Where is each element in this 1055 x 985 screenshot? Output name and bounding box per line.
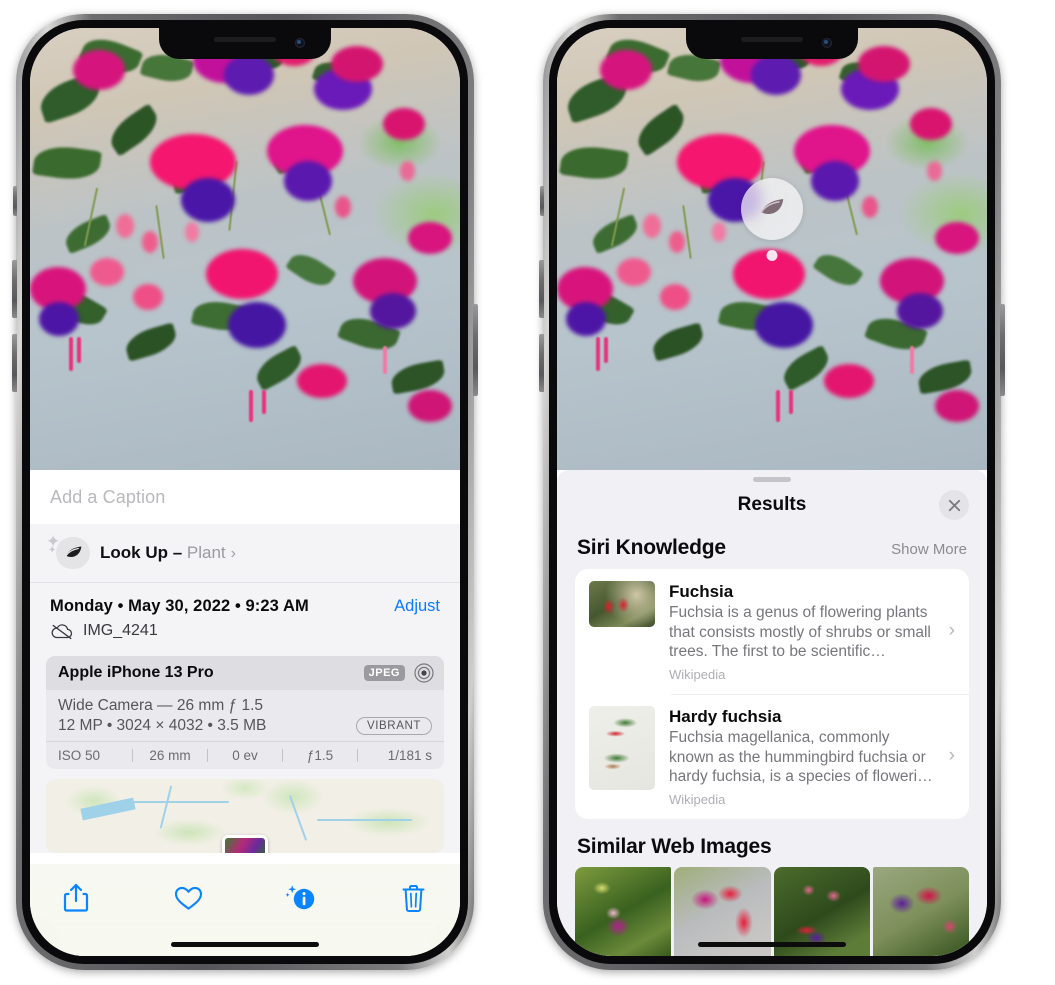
similar-web-images-header: Similar Web Images: [557, 819, 987, 865]
look-up-dash: –: [168, 543, 187, 562]
device-spec-rows: Wide Camera — 26 mm ƒ 1.5 12 MP • 3024 ×…: [46, 690, 444, 741]
exif-aperture: ƒ1.5: [306, 748, 334, 763]
delete-button[interactable]: [392, 878, 436, 918]
fuchsia-thumbnail: [589, 581, 655, 627]
front-camera-icon: [295, 38, 305, 48]
look-up-label-group: Look Up – Plant ›: [100, 543, 236, 563]
location-map-thumbnail[interactable]: [46, 779, 444, 853]
hardy-fuchsia-thumbnail: [589, 705, 655, 790]
phone-screen-left: Add a Caption ✦ ✦ Look Up – Plant › Mond…: [30, 28, 460, 956]
exif-iso: ISO 50: [58, 748, 101, 763]
caption-input[interactable]: Add a Caption: [30, 470, 460, 524]
look-up-subject: Plant: [186, 543, 226, 562]
knowledge-text: Fuchsia Fuchsia is a genus of flowering …: [669, 581, 935, 682]
knowledge-source: Wikipedia: [669, 666, 726, 682]
caption-placeholder: Add a Caption: [50, 486, 166, 507]
exif-focal: 26 mm: [149, 748, 191, 763]
exif-ev: 0 ev: [232, 748, 258, 763]
power-button[interactable]: [473, 304, 478, 396]
favorite-button[interactable]: [167, 878, 211, 918]
results-title: Results: [737, 494, 807, 515]
device-name: Apple iPhone 13 Pro: [58, 664, 214, 681]
mute-switch[interactable]: [13, 186, 17, 216]
mute-switch[interactable]: [540, 186, 544, 216]
phone-bezel-right: Results Siri Knowledge Show More Fuchsia…: [549, 20, 995, 964]
info-body: ✦ ✦ Look Up – Plant › Monday • May 30, 2…: [30, 524, 460, 853]
close-button[interactable]: [939, 490, 969, 520]
similar-web-images-title: Similar Web Images: [577, 834, 772, 858]
lens-info: Wide Camera — 26 mm ƒ 1.5: [58, 697, 264, 714]
knowledge-description: Fuchsia is a genus of flowering plants t…: [669, 604, 931, 661]
visual-look-up-leaf-badge[interactable]: [741, 178, 803, 240]
photographic-style-badge: VIBRANT: [355, 717, 432, 735]
knowledge-title: Fuchsia: [669, 582, 734, 601]
icloud-slash-icon: [50, 623, 74, 640]
phone-bezel-left: Add a Caption ✦ ✦ Look Up – Plant › Mond…: [22, 20, 468, 964]
chevron-right-icon: ›: [948, 745, 955, 767]
phone-device-right: Results Siri Knowledge Show More Fuchsia…: [539, 14, 1005, 970]
results-header: Results: [557, 482, 987, 528]
look-up-row[interactable]: ✦ ✦ Look Up – Plant ›: [30, 524, 460, 583]
photo-viewer[interactable]: [557, 28, 987, 470]
volume-down-button[interactable]: [539, 334, 544, 392]
volume-up-button[interactable]: [539, 260, 544, 318]
siri-knowledge-card: Fuchsia Fuchsia is a genus of flowering …: [575, 569, 969, 819]
close-icon: [948, 499, 960, 511]
leaf-icon: [760, 199, 784, 214]
knowledge-text: Hardy fuchsia Fuchsia magellanica, commo…: [669, 706, 935, 807]
home-indicator[interactable]: [171, 942, 319, 947]
knowledge-description: Fuchsia magellanica, commonly known as t…: [669, 729, 933, 786]
adjust-button[interactable]: Adjust: [394, 597, 440, 616]
web-image-1[interactable]: [575, 866, 672, 956]
metadata-file-row: IMG_4241: [50, 622, 440, 640]
phone-device-left: Add a Caption ✦ ✦ Look Up – Plant › Mond…: [12, 14, 478, 970]
device-info-card: Apple iPhone 13 Pro JPEG Wide Camera — 2…: [46, 656, 444, 769]
results-sheet: Results Siri Knowledge Show More Fuchsia…: [557, 470, 987, 956]
resolution-row: 12 MP • 3024 × 4032 • 3.5 MB VIBRANT: [58, 717, 432, 735]
look-up-label: Look Up: [100, 543, 168, 562]
show-more-button[interactable]: Show More: [891, 541, 967, 558]
info-button[interactable]: [279, 878, 323, 918]
photo-flowers-layer: [557, 28, 987, 470]
chevron-right-icon: ›: [948, 620, 955, 642]
screenshot-stage: Add a Caption ✦ ✦ Look Up – Plant › Mond…: [0, 0, 1055, 985]
look-up-icon-group: ✦ ✦: [46, 532, 92, 570]
knowledge-row[interactable]: Hardy fuchsia Fuchsia magellanica, commo…: [575, 693, 969, 819]
raw-circle-icon: [414, 663, 434, 683]
earpiece-speaker: [214, 37, 276, 42]
earpiece-speaker: [741, 37, 803, 42]
siri-knowledge-title: Siri Knowledge: [577, 536, 726, 559]
home-indicator[interactable]: [698, 942, 846, 947]
notch: [159, 28, 331, 59]
volume-up-button[interactable]: [12, 260, 17, 318]
photo-metadata: Monday • May 30, 2022 • 9:23 AM Adjust I…: [30, 583, 460, 650]
chevron-right-icon: ›: [230, 545, 236, 562]
front-camera-icon: [822, 38, 832, 48]
exif-row: ISO 50 26 mm 0 ev ƒ1.5 1/181 s: [46, 741, 444, 769]
photo-flowers-layer: [30, 28, 460, 470]
knowledge-source: Wikipedia: [669, 791, 726, 807]
device-header: Apple iPhone 13 Pro JPEG: [46, 656, 444, 690]
exif-shutter: 1/181 s: [387, 748, 432, 763]
knowledge-row[interactable]: Fuchsia Fuchsia is a genus of flowering …: [575, 569, 969, 694]
photo-filename: IMG_4241: [83, 622, 158, 639]
siri-knowledge-header: Siri Knowledge Show More: [557, 528, 987, 569]
leaf-icon: [56, 537, 90, 569]
web-image-4[interactable]: [872, 866, 969, 956]
photo-date: Monday • May 30, 2022 • 9:23 AM: [50, 597, 309, 615]
power-button[interactable]: [1000, 304, 1005, 396]
visual-look-up-anchor-dot: [766, 250, 778, 261]
metadata-date-row: Monday • May 30, 2022 • 9:23 AM Adjust: [50, 597, 440, 616]
notch: [686, 28, 858, 59]
format-badge: JPEG: [363, 665, 405, 681]
device-header-badges: JPEG: [363, 663, 434, 683]
phone-screen-right: Results Siri Knowledge Show More Fuchsia…: [557, 28, 987, 956]
resolution-info: 12 MP • 3024 × 4032 • 3.5 MB: [58, 717, 267, 734]
knowledge-title: Hardy fuchsia: [669, 706, 782, 726]
photo-pin: [222, 835, 268, 853]
share-button[interactable]: [54, 878, 98, 918]
photo-viewer[interactable]: [30, 28, 460, 470]
volume-down-button[interactable]: [12, 334, 17, 392]
